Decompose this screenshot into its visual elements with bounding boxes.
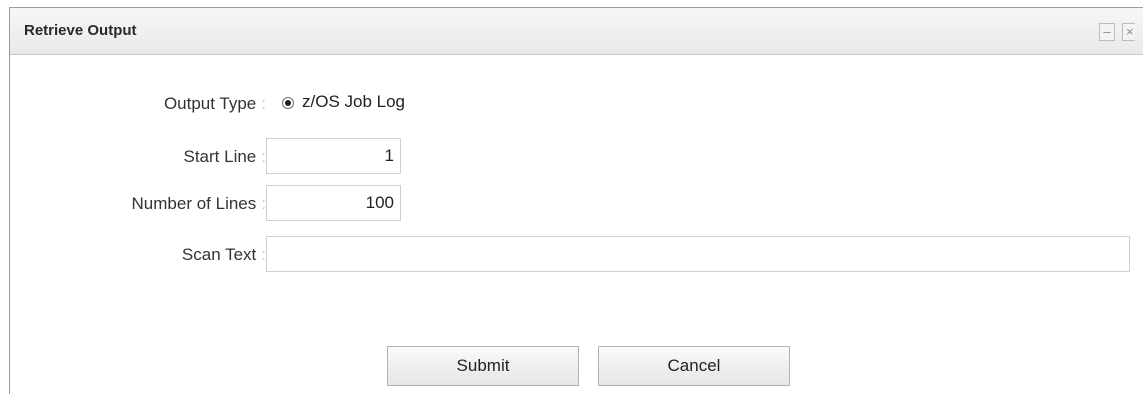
start-line-input[interactable]: 1 bbox=[266, 138, 401, 174]
retrieve-output-dialog: Retrieve Output – × Output Type: z/OS Jo… bbox=[9, 7, 1143, 394]
start-line-label: Start Line: bbox=[183, 147, 267, 166]
submit-button[interactable]: Submit bbox=[387, 346, 579, 386]
dialog-titlebar[interactable]: Retrieve Output – × bbox=[10, 8, 1143, 55]
colon: : bbox=[261, 94, 266, 113]
dialog-title: Retrieve Output bbox=[24, 22, 137, 39]
output-type-label: Output Type: bbox=[163, 94, 266, 113]
z-os-job-log-radio-label[interactable]: z/OS Job Log bbox=[302, 92, 405, 112]
scan-text-input[interactable] bbox=[266, 236, 1130, 272]
cancel-button[interactable]: Cancel bbox=[598, 346, 790, 386]
z-os-job-log-radio[interactable] bbox=[282, 97, 294, 109]
dialog-body: Output Type: z/OS Job Log Start Line: 1 … bbox=[10, 55, 1143, 394]
minimize-icon[interactable]: – bbox=[1099, 23, 1115, 41]
close-icon[interactable]: × bbox=[1122, 23, 1135, 41]
scan-text-label: Scan Text: bbox=[181, 245, 266, 264]
number-of-lines-label: Number of Lines: bbox=[131, 194, 266, 213]
number-of-lines-input[interactable]: 100 bbox=[266, 185, 401, 221]
